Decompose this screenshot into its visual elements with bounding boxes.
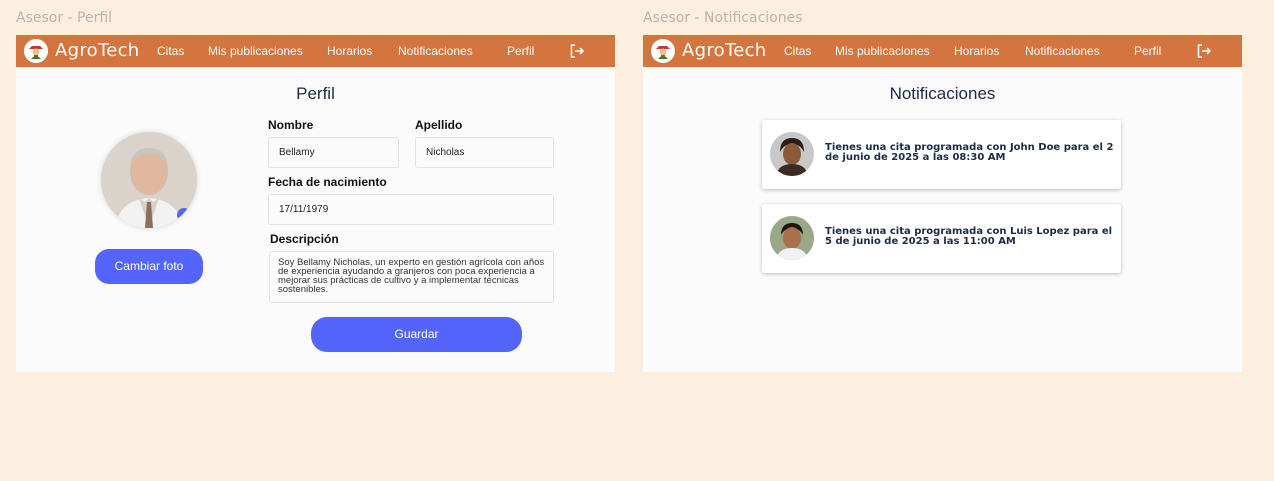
apellido-label: Apellido xyxy=(415,118,463,132)
fecha-field[interactable]: 17/11/1979 xyxy=(268,194,554,225)
fecha-label: Fecha de nacimiento xyxy=(268,175,387,189)
nav-perfil[interactable]: Perfil xyxy=(507,44,534,58)
perfil-screen: AgroTech Citas Mis publicaciones Horario… xyxy=(16,35,615,372)
avatar xyxy=(770,216,814,260)
nav-notificaciones[interactable]: Notificaciones xyxy=(398,44,473,58)
notification-card[interactable]: Tienes una cita programada con Luis Lope… xyxy=(762,204,1121,273)
notification-card[interactable]: Tienes una cita programada con John Doe … xyxy=(762,120,1121,189)
logout-icon[interactable] xyxy=(569,43,585,59)
avatar xyxy=(770,132,814,176)
nav-perfil[interactable]: Perfil xyxy=(1134,44,1161,58)
notificaciones-screen: AgroTech Citas Mis publicaciones Horario… xyxy=(643,35,1242,372)
nav-mis-publicaciones[interactable]: Mis publicaciones xyxy=(208,44,303,58)
nav-horarios[interactable]: Horarios xyxy=(327,44,372,58)
nav-citas[interactable]: Citas xyxy=(157,44,184,58)
nav-citas[interactable]: Citas xyxy=(784,44,811,58)
frame-title-perfil: Asesor - Perfil xyxy=(16,10,113,26)
page-title: Notificaciones xyxy=(889,84,996,103)
nav-notificaciones[interactable]: Notificaciones xyxy=(1025,44,1100,58)
farmer-logo-icon xyxy=(652,40,674,62)
descripcion-textarea[interactable]: Soy Bellamy Nicholas, un experto en gest… xyxy=(269,251,554,303)
profile-avatar xyxy=(101,132,197,228)
agrotech-logo[interactable] xyxy=(24,39,48,63)
person-photo-icon xyxy=(770,132,814,176)
agrotech-logo[interactable] xyxy=(651,39,675,63)
frame-title-notificaciones: Asesor - Notificaciones xyxy=(643,10,803,26)
photo-indicator xyxy=(177,208,191,222)
navbar: AgroTech Citas Mis publicaciones Horario… xyxy=(16,35,615,67)
descripcion-label: Descripción xyxy=(270,232,339,246)
nav-mis-publicaciones[interactable]: Mis publicaciones xyxy=(835,44,930,58)
notification-text: Tienes una cita programada con John Doe … xyxy=(825,142,1114,163)
nombre-field[interactable]: Bellamy xyxy=(268,137,399,168)
navbar: AgroTech Citas Mis publicaciones Horario… xyxy=(643,35,1242,67)
save-button[interactable]: Guardar xyxy=(311,317,522,352)
logout-icon[interactable] xyxy=(1196,43,1212,59)
nav-horarios[interactable]: Horarios xyxy=(954,44,999,58)
brand-name: AgroTech xyxy=(55,40,140,61)
farmer-logo-icon xyxy=(25,40,47,62)
notification-text: Tienes una cita programada con Luis Lope… xyxy=(825,226,1113,247)
apellido-field[interactable]: Nicholas xyxy=(415,137,554,168)
nombre-label: Nombre xyxy=(268,118,314,132)
page-title: Perfil xyxy=(296,84,335,103)
change-photo-button[interactable]: Cambiar foto xyxy=(95,249,203,284)
person-photo-icon xyxy=(770,216,814,260)
brand-name: AgroTech xyxy=(682,40,767,61)
